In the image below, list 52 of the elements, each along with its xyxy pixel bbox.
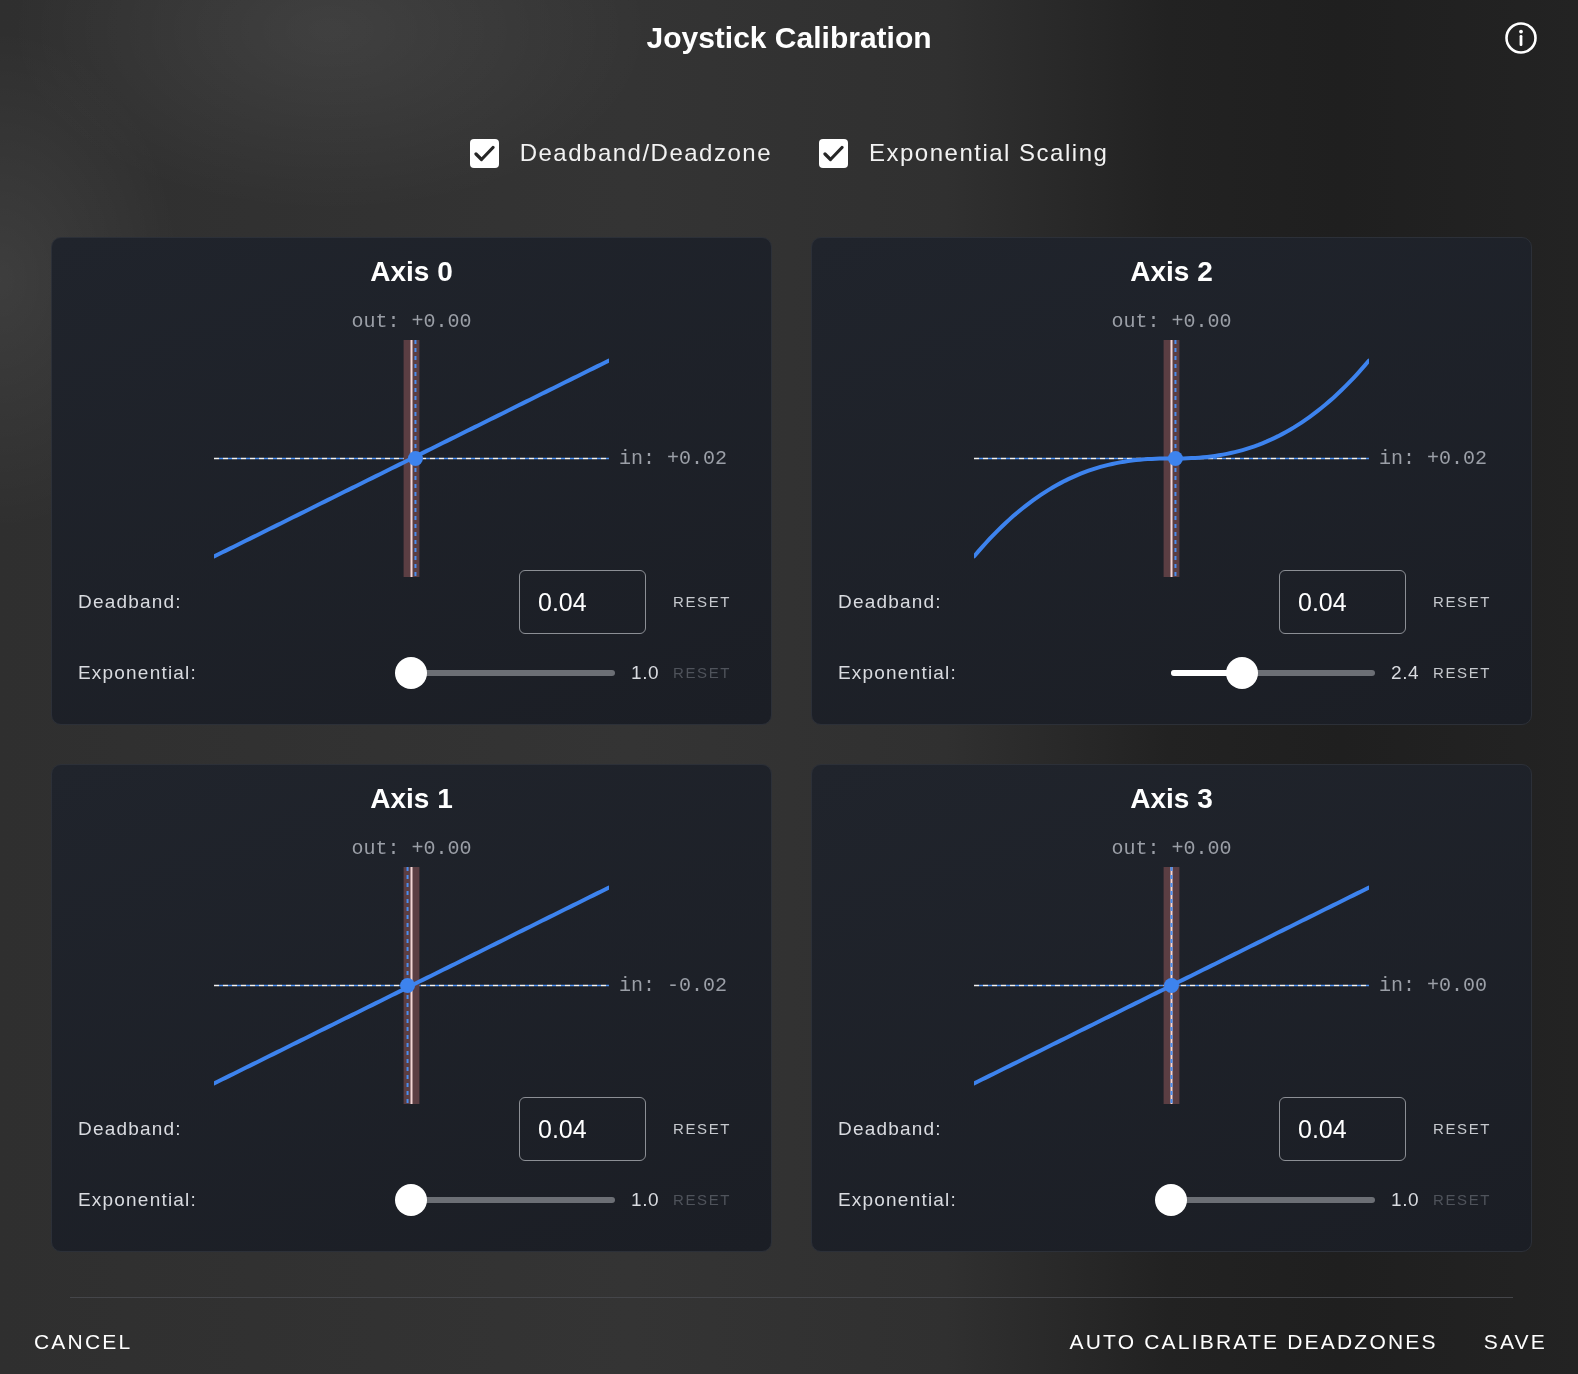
dialog-title: Joystick Calibration — [646, 19, 932, 56]
deadband-label: Deadband: — [78, 589, 182, 614]
exponential-value: 1.0 — [631, 1187, 659, 1212]
reset-button[interactable]: RESET — [1433, 663, 1491, 683]
position-dot — [1164, 978, 1179, 993]
slider-thumb[interactable] — [1226, 657, 1259, 689]
exponential-label: Exponential: — [838, 660, 957, 685]
output-reading: out: +0.00 — [1111, 837, 1232, 861]
deadband-label: Deadband: — [838, 589, 942, 614]
output-reading: out: +0.00 — [351, 837, 472, 861]
reset-button[interactable]: RESET — [1433, 592, 1491, 612]
output-reading: out: +0.00 — [351, 310, 472, 334]
axis-title: Axis 2 — [1130, 255, 1213, 289]
deadband-input[interactable]: 0.04 — [519, 570, 646, 634]
checkmark-icon — [823, 144, 844, 162]
position-dot — [400, 978, 416, 993]
deadband-input[interactable]: 0.04 — [1279, 1097, 1406, 1161]
action-button[interactable]: SAVE — [1483, 1326, 1547, 1358]
deadband-label: Deadband: — [838, 1116, 942, 1141]
exponential-label: Exponential: — [78, 1187, 197, 1212]
exponential-label: Exponential: — [838, 1187, 957, 1212]
checkbox[interactable] — [469, 138, 499, 168]
exponential-label: Exponential: — [78, 660, 197, 685]
cancel-button[interactable]: CANCEL — [34, 1326, 133, 1358]
position-dot — [1167, 451, 1183, 466]
axis-title: Axis 0 — [370, 255, 453, 289]
output-reading: out: +0.00 — [1111, 310, 1232, 334]
reset-button[interactable]: RESET — [1433, 1119, 1491, 1139]
deadband-input[interactable]: 0.04 — [519, 1097, 646, 1161]
slider-thumb[interactable] — [1155, 1184, 1188, 1216]
slider-thumb[interactable] — [395, 657, 428, 689]
axis-title: Axis 3 — [1130, 782, 1213, 816]
action-button[interactable]: AUTO CALIBRATE DEADZONES — [1069, 1326, 1438, 1358]
exponential-value: 2.4 — [1391, 660, 1419, 685]
slider-thumb[interactable] — [395, 1184, 428, 1216]
input-reading: in: -0.02 — [619, 973, 728, 998]
exponential-value: 1.0 — [1391, 1187, 1419, 1212]
checkbox-label[interactable]: Deadband/Deadzone — [519, 135, 772, 171]
checkbox[interactable] — [819, 138, 848, 168]
checkmark-icon — [473, 144, 495, 162]
axis-title: Axis 1 — [370, 782, 453, 816]
deadband-label: Deadband: — [78, 1116, 182, 1141]
input-reading: in: +0.02 — [1379, 446, 1488, 471]
exponential-value: 1.0 — [631, 660, 659, 685]
position-dot — [407, 451, 423, 466]
input-reading: in: +0.00 — [1379, 973, 1488, 998]
checkbox-label[interactable]: Exponential Scaling — [869, 135, 1109, 171]
reset-button[interactable]: RESET — [673, 592, 731, 612]
info-icon[interactable] — [1505, 21, 1537, 54]
reset-button[interactable]: RESET — [673, 1119, 731, 1139]
input-reading: in: +0.02 — [619, 446, 728, 471]
deadband-input[interactable]: 0.04 — [1279, 570, 1406, 634]
